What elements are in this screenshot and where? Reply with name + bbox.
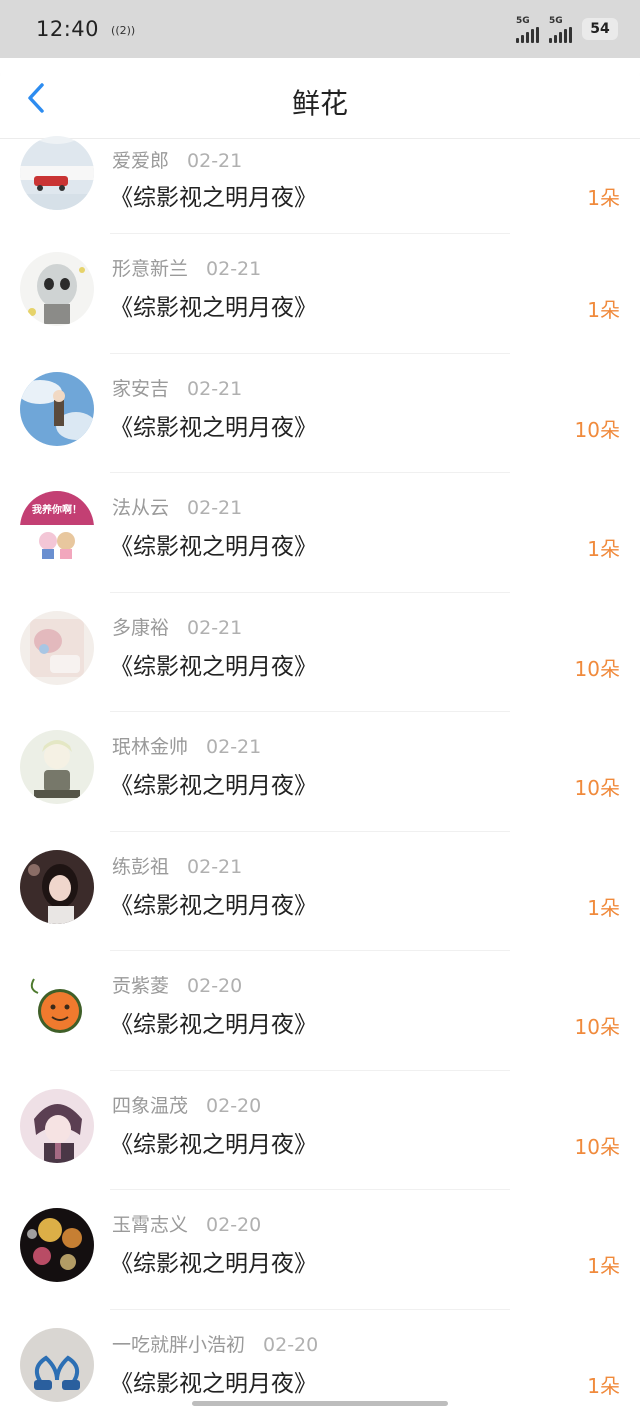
- item-date: 02-21: [187, 616, 243, 639]
- username: 家安吉: [112, 377, 170, 400]
- book-title: 《综影视之明月夜》: [110, 773, 317, 799]
- list-item[interactable]: 珉林金帅 02-21 《综影视之明月夜》 10朵: [0, 712, 640, 832]
- item-date: 02-20: [206, 1094, 262, 1117]
- status-time: 12:40: [36, 17, 100, 41]
- flower-count: 10朵: [574, 417, 620, 442]
- username: 一吃就胖小浩初: [112, 1333, 246, 1356]
- item-date: 02-21: [187, 377, 243, 400]
- item-meta: 形意新兰 02-21: [112, 254, 261, 281]
- status-bar: 12:40 ((2)) 5G 5G 54: [0, 0, 640, 58]
- list-item[interactable]: 贡紫菱 02-20 《综影视之明月夜》 10朵: [0, 951, 640, 1071]
- flower-count: 10朵: [574, 1015, 620, 1039]
- book-title: 《综影视之明月夜》: [110, 1251, 317, 1277]
- item-date: 02-21: [187, 150, 243, 172]
- item-meta: 家安吉 02-21: [112, 374, 242, 401]
- list-item[interactable]: 玉霄志义 02-20 《综影视之明月夜》 1朵: [0, 1190, 640, 1310]
- flower-count: 1朵: [587, 895, 620, 920]
- flower-list: 爱爱郎 02-21 《综影视之明月夜》 1朵 形意新兰 02-21 《综影视之明月夜…: [0, 136, 640, 1408]
- item-meta: 一吃就胖小浩初 02-20: [112, 1330, 318, 1357]
- flower-count: 10朵: [574, 776, 620, 800]
- flower-count: 1朵: [587, 1373, 620, 1398]
- list-item[interactable]: 爱爱郎 02-21 《综影视之明月夜》 1朵: [0, 136, 640, 234]
- book-title: 《综影视之明月夜》: [110, 414, 317, 441]
- item-meta: 四象温茂 02-20: [112, 1091, 261, 1118]
- signal-icon: 5G: [516, 16, 539, 43]
- avatar[interactable]: [20, 1088, 94, 1163]
- hotspot-icon: ((2)): [111, 23, 136, 37]
- list-item[interactable]: 多康裕 02-21 《综影视之明月夜》 10朵: [0, 593, 640, 712]
- list-item[interactable]: 练彭祖 02-21 《综影视之明月夜》 1朵: [0, 832, 640, 951]
- username: 练彭祖: [112, 855, 170, 878]
- book-title: 《综影视之明月夜》: [110, 892, 317, 919]
- flower-count: 1朵: [587, 186, 620, 210]
- avatar[interactable]: 我养你啊！: [20, 491, 94, 565]
- item-meta: 爱爱郎 02-21: [112, 146, 242, 173]
- avatar[interactable]: [20, 1327, 94, 1402]
- avatar[interactable]: [20, 371, 94, 446]
- list-item[interactable]: 家安吉 02-21 《综影视之明月夜》 10朵: [0, 354, 640, 473]
- book-title: 《综影视之明月夜》: [110, 185, 317, 211]
- avatar[interactable]: [20, 136, 94, 210]
- book-title: 《综影视之明月夜》: [110, 1370, 317, 1397]
- avatar[interactable]: [20, 1208, 94, 1282]
- book-title: 《综影视之明月夜》: [110, 295, 317, 321]
- flower-count: 1朵: [587, 298, 620, 322]
- item-date: 02-20: [187, 975, 243, 997]
- username: 法从云: [112, 497, 170, 519]
- username: 形意新兰: [112, 258, 189, 280]
- book-title: 《综影视之明月夜》: [110, 653, 317, 680]
- item-date: 02-21: [206, 258, 262, 280]
- item-meta: 法从云 02-21: [112, 493, 242, 520]
- username: 贡紫菱: [112, 975, 170, 997]
- list-item[interactable]: 一吃就胖小浩初 02-20 《综影视之明月夜》 1朵: [0, 1310, 640, 1408]
- flower-count: 10朵: [574, 1134, 620, 1159]
- item-meta: 多康裕 02-21: [112, 613, 242, 640]
- nav-bar: 鲜花: [0, 58, 640, 138]
- list-item[interactable]: 形意新兰 02-21 《综影视之明月夜》 1朵: [0, 234, 640, 354]
- avatar[interactable]: [20, 252, 94, 326]
- signal-icon-2: 5G: [549, 16, 572, 43]
- item-date: 02-20: [206, 1214, 262, 1236]
- home-indicator[interactable]: [192, 1401, 448, 1406]
- username: 四象温茂: [112, 1094, 189, 1117]
- flower-count: 1朵: [587, 537, 620, 561]
- item-date: 02-20: [263, 1333, 319, 1356]
- avatar[interactable]: [20, 730, 94, 804]
- avatar[interactable]: [20, 849, 94, 924]
- item-date: 02-21: [187, 497, 243, 519]
- avatar[interactable]: [20, 969, 94, 1043]
- item-date: 02-21: [206, 736, 262, 758]
- item-date: 02-21: [187, 855, 243, 878]
- book-title: 《综影视之明月夜》: [110, 1131, 317, 1158]
- list-item[interactable]: 四象温茂 02-20 《综影视之明月夜》 10朵: [0, 1071, 640, 1190]
- flower-count: 10朵: [574, 656, 620, 681]
- username: 多康裕: [112, 616, 170, 639]
- list-item[interactable]: 我养你啊！ 法从云 02-21 《综影视之明月夜》 1朵: [0, 473, 640, 593]
- status-indicators: 5G 5G 54: [516, 16, 618, 43]
- username: 爱爱郎: [112, 150, 170, 172]
- page-title: 鲜花: [291, 87, 348, 120]
- username: 珉林金帅: [112, 736, 189, 758]
- item-meta: 练彭祖 02-21: [112, 852, 242, 879]
- battery-icon: 54: [582, 18, 618, 40]
- username: 玉霄志义: [112, 1214, 189, 1236]
- flower-count: 1朵: [587, 1254, 620, 1278]
- avatar[interactable]: [20, 610, 94, 685]
- book-title: 《综影视之明月夜》: [110, 534, 317, 560]
- item-meta: 贡紫菱 02-20: [112, 971, 242, 998]
- book-title: 《综影视之明月夜》: [110, 1012, 317, 1038]
- item-meta: 珉林金帅 02-21: [112, 732, 261, 759]
- avatar-caption: 我养你啊！: [32, 503, 82, 516]
- item-meta: 玉霄志义 02-20: [112, 1210, 261, 1237]
